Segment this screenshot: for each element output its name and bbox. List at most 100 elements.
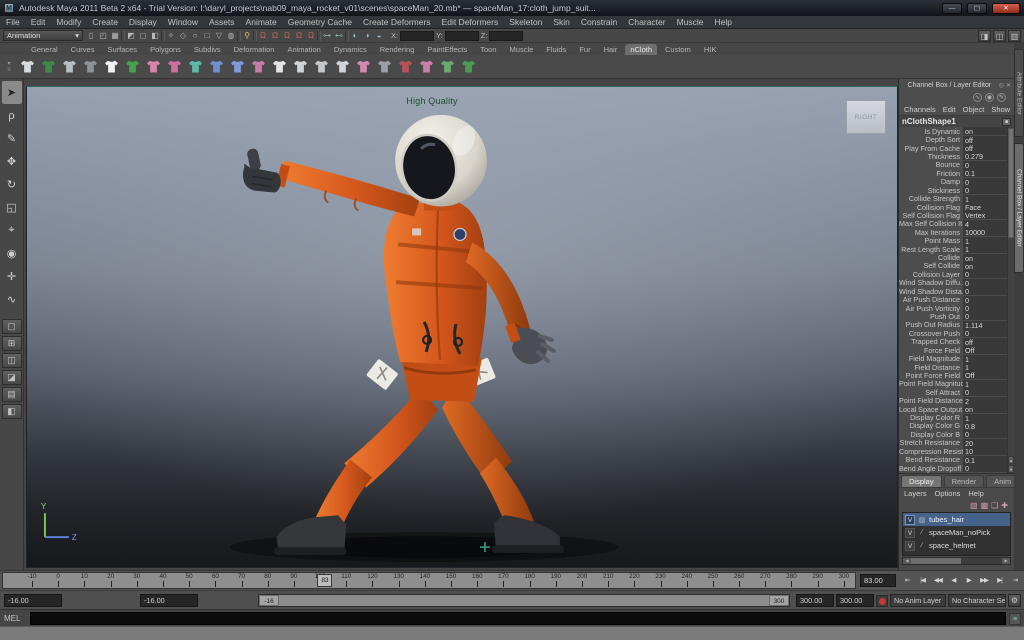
minimize-button[interactable]: —: [942, 3, 962, 14]
layer-editor-tab[interactable]: Render: [944, 475, 985, 487]
play-forwards-button[interactable]: ▶: [962, 573, 976, 588]
shelf-tab[interactable]: Curves: [66, 44, 100, 55]
hypershade-layout-button[interactable]: ▤: [2, 387, 22, 402]
script-editor-toggle-icon[interactable]: ≡: [1009, 613, 1021, 625]
channel-slow-speed-icon[interactable]: ∿: [973, 93, 982, 102]
mask-handles-icon[interactable]: ✧: [165, 30, 177, 42]
channel-box-menu[interactable]: Show: [991, 105, 1010, 114]
pin-icon[interactable]: ◎: [999, 82, 1004, 89]
menu-item[interactable]: Edit: [31, 17, 46, 27]
attribute-value-field[interactable]: 0: [963, 312, 1007, 320]
attribute-value-field[interactable]: Face: [963, 203, 1007, 211]
node-name[interactable]: nClothShape1: [902, 117, 1002, 126]
playback-start-field[interactable]: -16.00: [140, 594, 198, 607]
scroll-left-arrow[interactable]: ◀: [903, 558, 911, 564]
persp-outliner-layout-button[interactable]: ◫: [2, 353, 22, 368]
shelf-tab[interactable]: Hair: [599, 44, 623, 55]
attribute-value-field[interactable]: 0: [963, 287, 1007, 295]
shelf-tab[interactable]: General: [26, 44, 63, 55]
scroll-right-arrow[interactable]: ▶: [1002, 558, 1010, 564]
attribute-value-field[interactable]: off: [963, 144, 1007, 152]
show-manipulator-tool[interactable]: ✛: [2, 265, 22, 288]
render-current-frame-icon[interactable]: ◐: [349, 30, 361, 42]
attribute-value-field[interactable]: 1: [963, 355, 1007, 363]
layer-editor-menu[interactable]: Help: [968, 489, 983, 498]
create-passive-collider-icon[interactable]: [40, 57, 57, 76]
paint-vertex-scale-icon[interactable]: [355, 57, 372, 76]
play-backwards-button[interactable]: ◀: [946, 573, 960, 588]
channel-box-menu[interactable]: Object: [963, 105, 985, 114]
ncloth-stitch-icon[interactable]: [187, 57, 204, 76]
layer-mode-icon[interactable]: ▧: [970, 501, 978, 510]
attribute-value-field[interactable]: 1: [963, 414, 1007, 422]
layer-row[interactable]: V ∕ spaceMan_noPick: [903, 526, 1010, 539]
paint-select-tool[interactable]: ✎: [2, 127, 22, 150]
shelf-tab[interactable]: Rendering: [375, 44, 420, 55]
channel-hyperbolic-icon[interactable]: ✎: [997, 93, 1006, 102]
rotate-tool[interactable]: ↻: [2, 173, 22, 196]
attribute-value-field[interactable]: 0: [963, 178, 1007, 186]
layer-type-icon[interactable]: ∕: [917, 529, 927, 536]
ncloth-tearable-icon[interactable]: [292, 57, 309, 76]
attribute-value-field[interactable]: 1: [963, 195, 1007, 203]
playback-range-bar[interactable]: -16 300: [258, 594, 790, 607]
range-end-handle[interactable]: 300: [769, 595, 789, 606]
layer-editor-tab[interactable]: Display: [901, 475, 942, 487]
channel-box-scrollbar[interactable]: ▲ ▼: [1007, 127, 1014, 473]
layer-visibility-toggle[interactable]: V: [905, 528, 915, 538]
menu-item[interactable]: Assets: [209, 17, 235, 27]
layer-visibility-toggle[interactable]: V: [905, 541, 915, 551]
toggle-channel-box-button[interactable]: ▥: [1008, 30, 1021, 42]
toggle-attribute-editor-button[interactable]: ◨: [978, 30, 991, 42]
create-layer-from-selected-icon[interactable]: ❏: [991, 501, 998, 510]
ncloth-remove-icon[interactable]: [334, 57, 351, 76]
menu-item[interactable]: Geometry Cache: [288, 17, 352, 27]
paint-texture-properties-icon[interactable]: [166, 57, 183, 76]
attribute-value-field[interactable]: 10: [963, 447, 1007, 455]
ncloth-cache-icon[interactable]: [82, 57, 99, 76]
attribute-value-field[interactable]: on: [963, 127, 1007, 135]
menu-item[interactable]: Skeleton: [509, 17, 542, 27]
playback-end-field[interactable]: 300.00: [796, 594, 834, 607]
layer-row[interactable]: V ▨ tubes_hair: [903, 513, 1010, 526]
attribute-value-field[interactable]: 1: [963, 363, 1007, 371]
scrollbar-thumb[interactable]: [911, 558, 961, 564]
y-coordinate-input[interactable]: [445, 31, 479, 41]
open-scene-icon[interactable]: ◰: [97, 30, 109, 42]
ncloth-interactive-playback-icon[interactable]: [460, 57, 477, 76]
shelf-tab[interactable]: Fluids: [541, 44, 571, 55]
ncloth-wind-icon[interactable]: [313, 57, 330, 76]
shelf-tab[interactable]: Deformation: [229, 44, 280, 55]
ncloth-pair-icon[interactable]: [271, 57, 288, 76]
range-start-handle[interactable]: -16: [259, 595, 279, 606]
lasso-select-tool[interactable]: ρ: [2, 104, 22, 127]
go-to-start-button[interactable]: ⇤: [900, 573, 914, 588]
nconstraint-point-icon[interactable]: [208, 57, 225, 76]
nucleus-icon[interactable]: [124, 57, 141, 76]
layer-visibility-toggle[interactable]: V: [905, 515, 915, 525]
attribute-value-field[interactable]: 0.8: [963, 422, 1007, 430]
attribute-value-field[interactable]: on: [963, 262, 1007, 270]
attribute-value-field[interactable]: Vertex: [963, 211, 1007, 219]
menu-item[interactable]: Window: [168, 17, 198, 27]
attribute-value-field[interactable]: 1: [963, 380, 1007, 388]
menu-item[interactable]: Edit Deformers: [442, 17, 499, 27]
nconstraint-component-icon[interactable]: [229, 57, 246, 76]
animation-end-field[interactable]: 300.00: [836, 594, 874, 607]
lock-selection-icon[interactable]: ⚲: [241, 30, 253, 42]
channel-box-menu[interactable]: Channels: [904, 105, 936, 114]
shelf-tab[interactable]: Fur: [574, 44, 595, 55]
shelf-tab[interactable]: HIK: [699, 44, 722, 55]
snap-curve-icon[interactable]: Ω: [269, 30, 281, 42]
close-button[interactable]: ✕: [992, 3, 1020, 14]
animation-start-field[interactable]: -16.00: [4, 594, 62, 607]
move-tool[interactable]: ✥: [2, 150, 22, 173]
snap-point-icon[interactable]: Ω: [281, 30, 293, 42]
attribute-value-field[interactable]: 4: [963, 220, 1007, 228]
menu-item[interactable]: Muscle: [677, 17, 704, 27]
attribute-value-field[interactable]: 20: [963, 439, 1007, 447]
animation-preferences-button[interactable]: ⚙: [1008, 594, 1021, 607]
shelf-tab[interactable]: Subdivs: [189, 44, 226, 55]
paint-vertex-properties-icon[interactable]: [145, 57, 162, 76]
attribute-value-field[interactable]: off: [963, 136, 1007, 144]
